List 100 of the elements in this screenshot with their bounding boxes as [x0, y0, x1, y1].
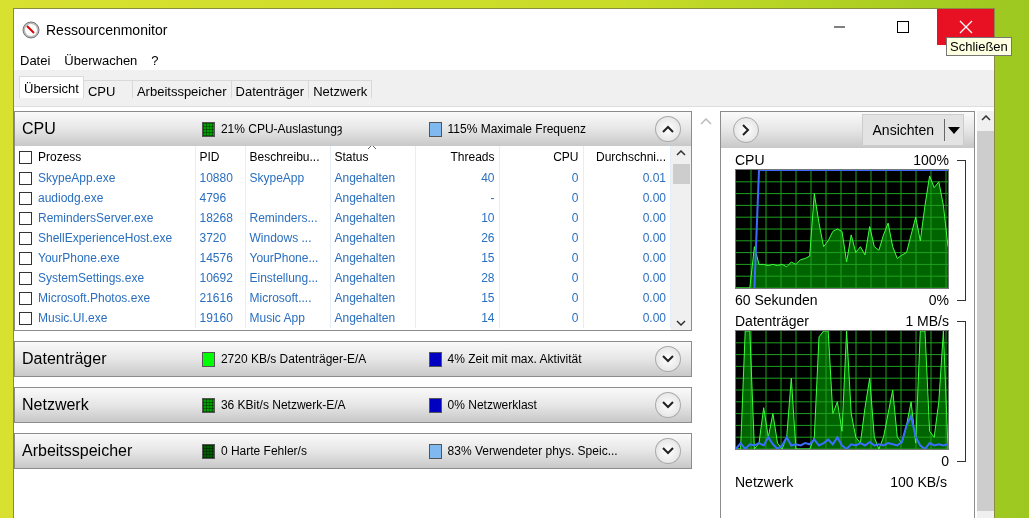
collapse-button[interactable]	[655, 116, 681, 142]
checkbox[interactable]	[19, 312, 32, 326]
graph-title: Datenträger	[735, 313, 809, 330]
table-cell: Einstellung...	[245, 268, 330, 288]
table-cell: 26	[415, 228, 499, 248]
table-cell: 0.00	[583, 228, 671, 248]
scrollbar[interactable]	[671, 146, 691, 330]
metric-label: 2720 KB/s Datenträger-E/A	[220, 352, 367, 366]
scroll-thumb[interactable]	[672, 164, 690, 184]
table-cell: 14576	[195, 248, 245, 268]
table-cell: 3720	[195, 228, 245, 248]
table-cell: Angehalten	[330, 268, 415, 288]
table-cell: RemindersServer.exe	[15, 208, 195, 228]
table-cell: Angehalten	[330, 208, 415, 228]
column-header[interactable]: Durchschni...	[583, 146, 671, 168]
table-cell: Reminders...	[245, 208, 330, 228]
graph-max-label: 100 KB/s	[890, 474, 947, 491]
window-title: Ressourcenmonitor	[46, 21, 168, 38]
menu-item[interactable]: ?	[150, 52, 160, 68]
table-cell: 10880	[195, 168, 245, 188]
column-header[interactable]: PID	[195, 146, 245, 168]
column-header[interactable]: Prozess	[15, 146, 195, 168]
scroll-up-icon[interactable]	[676, 150, 686, 156]
table-cell: Windows ...	[245, 228, 330, 248]
expand-button[interactable]	[655, 392, 681, 418]
gauge-icon	[22, 20, 40, 39]
expand-button[interactable]	[655, 346, 681, 372]
table-cell: 0.00	[583, 248, 671, 268]
table-cell: 0.00	[583, 208, 671, 228]
column-header[interactable]: CPU	[499, 146, 583, 168]
table-cell: 0	[499, 208, 583, 228]
chevron-icon	[662, 355, 675, 363]
chevron-icon	[662, 401, 675, 409]
section-title: Arbeitsspeicher	[22, 442, 134, 460]
table-cell: 0	[499, 228, 583, 248]
tab[interactable]: CPU	[82, 80, 133, 98]
table-cell: 0	[499, 248, 583, 268]
checkbox[interactable]	[19, 272, 32, 286]
column-header[interactable]: Status	[330, 146, 415, 168]
table-cell: 14	[415, 308, 499, 328]
metric-label: 36 KBit/s Netzwerk-E/A	[220, 398, 346, 412]
metric-label: 0 Harte Fehler/s	[220, 444, 307, 458]
table-cell: Angehalten	[330, 168, 415, 188]
checkbox[interactable]	[19, 151, 32, 165]
column-header[interactable]: Threads	[415, 146, 499, 168]
table-cell: Angehalten	[330, 288, 415, 308]
next-button[interactable]	[733, 117, 759, 143]
table-cell: 15	[415, 288, 499, 308]
checkbox[interactable]	[19, 172, 32, 186]
graph-min-label: 0	[941, 453, 949, 470]
metric-label: 21% CPU-Auslastungȝ	[220, 122, 343, 136]
table-cell: ShellExperienceHost.exe	[15, 228, 195, 248]
table-cell: 0.00	[583, 268, 671, 288]
chevron-icon	[662, 125, 675, 133]
tab[interactable]: Übersicht	[19, 76, 84, 98]
scroll-down-icon[interactable]	[676, 320, 686, 326]
close-icon	[958, 20, 973, 34]
table-cell: Angehalten	[330, 188, 415, 208]
table-cell: 4796	[195, 188, 245, 208]
table-cell: 0.00	[583, 308, 671, 328]
graph-title: Netzwerk	[735, 474, 794, 491]
table-cell: 21616	[195, 288, 245, 308]
table-cell: audiodg.exe	[15, 188, 195, 208]
table-cell: 0	[499, 288, 583, 308]
graph-max-label: 100%	[913, 152, 949, 169]
checkbox[interactable]	[19, 252, 32, 266]
scroll-up-icon[interactable]	[980, 115, 991, 121]
expand-button[interactable]	[655, 438, 681, 464]
table-cell: 0.00	[583, 288, 671, 308]
table-cell: Music.UI.exe	[15, 308, 195, 328]
tab[interactable]: Netzwerk	[308, 80, 373, 98]
section-title: Datenträger	[22, 350, 108, 368]
tab[interactable]: Arbeitsspeicher	[131, 80, 232, 98]
graph-footer: 60 Sekunden	[735, 292, 818, 309]
checkbox[interactable]	[19, 212, 32, 226]
table-cell: Microsoft....	[245, 288, 330, 308]
chevron-icon	[662, 447, 675, 455]
checkbox[interactable]	[19, 192, 32, 206]
chevron-right-icon	[742, 124, 750, 136]
checkbox[interactable]	[19, 232, 32, 246]
column-header[interactable]: Beschreibu...	[245, 146, 330, 168]
tab[interactable]: Datenträger	[230, 80, 310, 98]
menu-item[interactable]: Datei	[19, 52, 52, 68]
metric-label: 0% Netzwerklast	[447, 398, 537, 412]
graph-max-label: 1 MB/s	[905, 313, 949, 330]
table-cell: YourPhone.exe	[15, 248, 195, 268]
checkbox[interactable]	[19, 292, 32, 306]
table-cell: Angehalten	[330, 228, 415, 248]
table-cell: Angehalten	[330, 308, 415, 328]
section-title: CPU	[22, 120, 57, 138]
table-cell: SkypeApp	[245, 168, 330, 188]
menu-item[interactable]: Überwachen	[63, 52, 139, 68]
views-button[interactable]: Ansichten	[861, 114, 964, 146]
graph-title: CPU	[735, 152, 765, 169]
table-cell: 10692	[195, 268, 245, 288]
table-cell: Music App	[245, 308, 330, 328]
table-cell: 15	[415, 248, 499, 268]
table-cell: 0	[499, 308, 583, 328]
table-cell: 0.01	[583, 168, 671, 188]
metric-label: 83% Verwendeter phys. Speic...	[447, 444, 618, 458]
